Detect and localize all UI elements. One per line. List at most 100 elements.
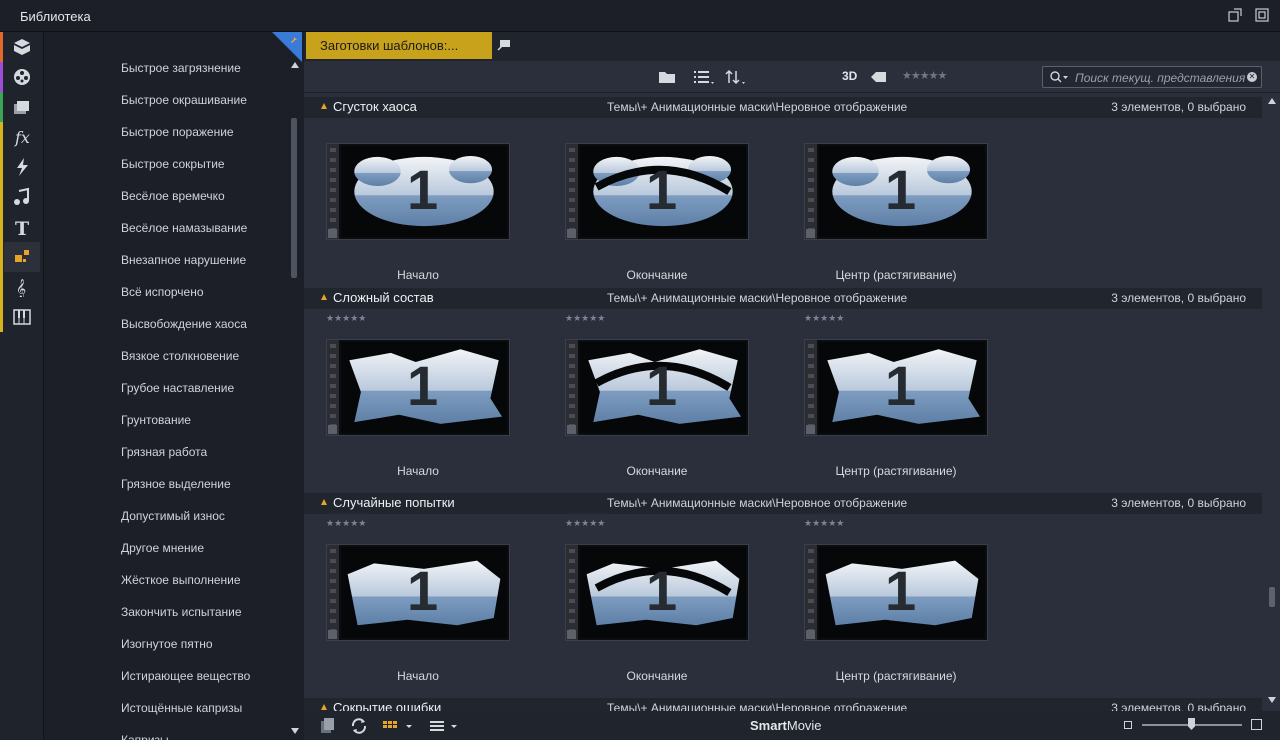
zoom-in-icon[interactable] — [1251, 719, 1262, 730]
item-rating[interactable]: ★★★★★ — [804, 313, 844, 324]
category-item[interactable]: Весёлое намазывание — [121, 221, 247, 235]
thumbnail-corner-mark — [806, 425, 815, 434]
category-item[interactable]: Закончить испытание — [121, 605, 242, 619]
sort-icon[interactable] — [724, 68, 748, 86]
group-count: 3 элементов, 0 выбрано — [1111, 496, 1246, 510]
grid-scroll-down[interactable] — [1268, 697, 1276, 703]
category-item[interactable]: Истощённые капризы — [121, 701, 242, 715]
collapse-triangle-icon[interactable] — [321, 103, 327, 109]
item-rating[interactable]: ★★★★★ — [565, 313, 605, 324]
thumbnail-caption: Начало — [397, 669, 439, 683]
thumbnail-corner-mark — [567, 229, 576, 238]
film-strip — [327, 144, 339, 239]
item-rating[interactable]: ★★★★★ — [804, 518, 844, 529]
template-thumbnail[interactable]: 1 — [804, 544, 988, 641]
category-item[interactable]: Другое мнение — [121, 541, 204, 555]
category-item[interactable]: Капризы — [121, 733, 169, 740]
clear-search-icon[interactable]: ✕ — [1247, 72, 1257, 82]
zoom-slider-handle[interactable] — [1188, 718, 1195, 730]
rail-color-stripe — [0, 32, 3, 62]
zoom-out-icon[interactable] — [1124, 721, 1132, 729]
rating-filter[interactable]: ★★★★★ — [902, 69, 947, 87]
rail-item-film-reel[interactable] — [0, 62, 40, 92]
folder-icon[interactable] — [658, 68, 676, 86]
film-strip — [566, 340, 578, 435]
rail-item-title-text[interactable]: T — [0, 212, 40, 242]
category-item[interactable]: Быстрое окрашивание — [121, 93, 247, 107]
category-item[interactable]: Грунтование — [121, 413, 191, 427]
category-item[interactable]: Внезапное нарушение — [121, 253, 246, 267]
collapse-triangle-icon[interactable] — [321, 704, 327, 710]
template-thumbnail[interactable]: 1 — [326, 143, 510, 240]
group-count: 3 элементов, 0 выбрано — [1111, 701, 1246, 711]
undock-icon[interactable] — [1228, 8, 1242, 22]
template-thumbnail[interactable]: 1 — [326, 544, 510, 641]
collapse-triangle-icon[interactable] — [321, 499, 327, 505]
add-tab-icon[interactable] — [496, 38, 512, 52]
list-view-icon[interactable] — [693, 68, 717, 86]
category-item[interactable]: Вязкое столкновение — [121, 349, 239, 363]
category-item[interactable]: Грязная работа — [121, 445, 207, 459]
category-scroll-down[interactable] — [291, 728, 299, 734]
template-thumbnail[interactable]: 1 — [565, 143, 749, 240]
film-strip — [805, 144, 817, 239]
rail-item-treble-clef[interactable]: 𝄞 — [0, 272, 40, 302]
item-rating[interactable]: ★★★★★ — [326, 518, 366, 529]
collapse-triangle-icon[interactable] — [321, 294, 327, 300]
search-icon[interactable] — [1049, 70, 1071, 84]
group-header[interactable]: Сгусток хаоса Темы\+ Анимационные маски\Н… — [304, 97, 1262, 118]
template-thumbnail[interactable]: 1 — [326, 339, 510, 436]
category-item[interactable]: Истирающее вещество — [121, 669, 250, 683]
rail-color-stripe — [0, 242, 3, 272]
thumbnail-corner-mark — [567, 630, 576, 639]
category-item[interactable]: Грязное выделение — [121, 477, 231, 491]
fx-icon: fx — [14, 128, 30, 147]
group-header[interactable]: Сокрытие ошибки Темы\+ Анимационные маски… — [304, 698, 1262, 711]
category-item[interactable]: Жёсткое выполнение — [121, 573, 241, 587]
rail-item-package[interactable] — [0, 32, 40, 62]
grid-view-icon[interactable] — [382, 717, 416, 735]
rail-item-transition-bolt[interactable] — [0, 152, 40, 182]
rail-item-montage-template[interactable] — [0, 242, 40, 272]
maximize-window-icon[interactable] — [1255, 8, 1269, 22]
item-rating[interactable]: ★★★★★ — [565, 518, 605, 529]
smartmovie-button[interactable]: SmartMovie — [750, 718, 822, 733]
group-header[interactable]: Случайные попытки Темы\+ Анимационные мас… — [304, 493, 1262, 514]
refresh-icon[interactable] — [350, 717, 368, 735]
pin-icon[interactable] — [288, 34, 300, 46]
search-field[interactable]: Поиск текущ. представления ✕ — [1042, 66, 1262, 88]
category-item[interactable]: Изогнутое пятно — [121, 637, 213, 651]
grid-scrollbar-thumb[interactable] — [1269, 587, 1275, 607]
template-thumbnail[interactable]: 1 — [804, 143, 988, 240]
grid-scroll-up[interactable] — [1268, 98, 1276, 104]
tag-icon[interactable] — [870, 68, 888, 86]
group-header[interactable]: Сложный состав Темы\+ Анимационные маски\… — [304, 288, 1262, 309]
template-thumbnail[interactable]: 1 — [565, 339, 749, 436]
category-item[interactable]: Допустимый износ — [121, 509, 225, 523]
treble-clef-icon: 𝄞 — [16, 279, 26, 297]
category-scroll-up[interactable] — [291, 62, 299, 68]
rail-item-music-note[interactable] — [0, 182, 40, 212]
template-thumbnail[interactable]: 1 — [565, 544, 749, 641]
category-item[interactable]: Быстрое поражение — [121, 125, 234, 139]
category-scrollbar-thumb[interactable] — [291, 118, 297, 278]
film-strip — [805, 545, 817, 640]
category-item[interactable]: Всё испорчено — [121, 285, 204, 299]
category-item[interactable]: Высвобождение хаоса — [121, 317, 247, 331]
grid-scrollbar[interactable] — [1264, 93, 1280, 711]
tab-templates[interactable]: Заготовки шаблонов:... — [306, 32, 492, 59]
category-item[interactable]: Весёлое времечко — [121, 189, 225, 203]
film-strip — [327, 545, 339, 640]
item-rating[interactable]: ★★★★★ — [326, 313, 366, 324]
rail-item-fx[interactable]: fx — [0, 122, 40, 152]
category-item[interactable]: Грубое наставление — [121, 381, 234, 395]
category-item[interactable]: Быстрое загрязнение — [121, 61, 241, 75]
copy-icon[interactable] — [320, 717, 336, 735]
3d-filter-button[interactable]: 3D — [842, 69, 857, 87]
thumbnail-caption: Центр (растягивание) — [835, 669, 957, 683]
category-item[interactable]: Быстрое сокрытие — [121, 157, 225, 171]
rail-item-piano-keys[interactable] — [0, 302, 40, 332]
template-thumbnail[interactable]: 1 — [804, 339, 988, 436]
rail-item-stacked-clips[interactable] — [0, 92, 40, 122]
view-menu-icon[interactable] — [428, 717, 462, 735]
